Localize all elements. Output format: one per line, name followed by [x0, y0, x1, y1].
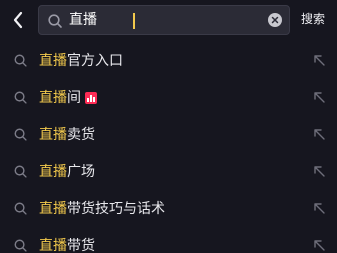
suggestion-highlight: 直播: [39, 127, 67, 143]
live-bars-icon: [85, 92, 97, 104]
suggestion-item[interactable]: 直播 卖货: [0, 116, 337, 153]
suggestion-item[interactable]: 直播 带货: [0, 227, 337, 253]
suggestion-highlight: 直播: [39, 238, 67, 253]
suggestion-highlight: 直播: [39, 164, 67, 180]
fill-query-arrow-icon[interactable]: [312, 164, 326, 178]
fill-query-arrow-icon[interactable]: [312, 238, 326, 252]
suggestion-item[interactable]: 直播 官方入口: [0, 42, 337, 79]
suggestion-rest: 间: [67, 90, 81, 106]
suggestion-text: 直播 带货技巧与话术: [39, 199, 165, 219]
search-icon: [14, 128, 27, 141]
chevron-left-icon: [13, 11, 23, 29]
suggestion-text: 直播 卖货: [39, 125, 95, 145]
search-icon: [48, 14, 62, 28]
search-icon: [14, 239, 27, 252]
back-button[interactable]: [8, 10, 28, 30]
close-icon: [271, 16, 279, 24]
suggestion-highlight: 直播: [39, 53, 67, 69]
suggestion-text: 直播 广场: [39, 162, 95, 182]
clear-button[interactable]: [268, 13, 282, 27]
suggestion-rest: 广场: [67, 164, 95, 180]
fill-query-arrow-icon[interactable]: [312, 201, 326, 215]
search-icon: [14, 91, 27, 104]
text-caret: [133, 13, 135, 29]
fill-query-arrow-icon[interactable]: [312, 53, 326, 67]
suggestion-rest: 带货技巧与话术: [67, 201, 165, 217]
search-icon: [14, 165, 27, 178]
suggestion-text: 直播间: [39, 88, 97, 108]
search-icon: [14, 202, 27, 215]
search-box[interactable]: [38, 5, 290, 35]
suggestion-item[interactable]: 直播 广场: [0, 153, 337, 190]
suggestion-text: 直播 官方入口: [39, 51, 123, 71]
suggestion-text: 直播 带货: [39, 236, 95, 253]
search-screen: 搜索 直播官方入口 直播间: [0, 0, 337, 253]
suggestion-item[interactable]: 直播间: [0, 79, 337, 116]
suggestion-item[interactable]: 直播 带货技巧与话术: [0, 190, 337, 227]
fill-query-arrow-icon[interactable]: [312, 127, 326, 141]
suggestion-highlight: 直播: [39, 201, 67, 217]
search-button[interactable]: 搜索: [301, 11, 325, 27]
suggestion-list: 直播 官方入口 直播间 直播 卖货 直播 广场 直播 带货技巧与话术 直播 带货: [0, 42, 337, 253]
suggestion-rest: 带货: [67, 238, 95, 253]
suggestion-rest: 卖货: [67, 127, 95, 143]
search-header: 搜索: [0, 0, 337, 42]
search-input[interactable]: [69, 10, 269, 30]
suggestion-highlight: 直播: [39, 90, 67, 106]
suggestion-rest: 官方入口: [67, 53, 123, 69]
fill-query-arrow-icon[interactable]: [312, 90, 326, 104]
search-icon: [14, 54, 27, 67]
